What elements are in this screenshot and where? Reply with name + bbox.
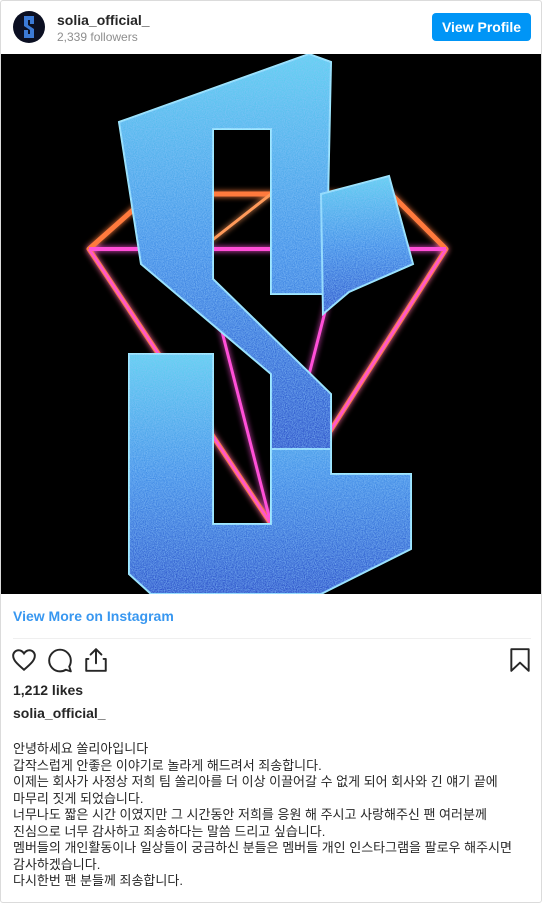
caption-line: 다시한번 팬 분들께 죄송합니다. (13, 873, 183, 888)
bookmark-icon[interactable] (507, 647, 533, 673)
caption-username[interactable]: solia_official_ (13, 705, 106, 721)
avatar[interactable] (13, 11, 45, 43)
share-icon[interactable] (83, 647, 109, 673)
solia-logo-icon (24, 16, 34, 38)
profile-username[interactable]: solia_official_ (57, 12, 150, 28)
caption-line: 안녕하세요 쏠리아입니다 (13, 741, 149, 756)
caption-text: 안녕하세요 쏠리아입니다 갑작스럽게 안좋은 이야기로 놀라게 해드려서 죄송합… (13, 741, 528, 890)
instagram-embed: solia_official_ 2,339 followers View Pro… (0, 0, 542, 903)
follower-count: 2,339 followers (57, 30, 138, 44)
caption-line: 갑작스럽게 안좋은 이야기로 놀라게 해드려서 죄송합니다. (13, 757, 322, 773)
solia-emblem-artwork (1, 54, 541, 594)
divider (13, 638, 531, 639)
post-header: solia_official_ 2,339 followers View Pro… (1, 1, 541, 54)
caption-line: 너무나도 짧은 시간 이였지만 그 시간동안 저희를 응원 해 주시고 사랑해주… (13, 807, 487, 839)
heart-icon[interactable] (11, 647, 37, 673)
post-image[interactable] (1, 54, 541, 594)
like-count[interactable]: 1,212 likes (13, 682, 83, 698)
caption-line: 이제는 회사가 사정상 저희 팀 쏠리아를 더 이상 이끌어갈 수 없게 되어 … (13, 774, 498, 806)
caption-line: 멤버들의 개인활동이나 일상들이 궁금하신 분들은 멤버들 개인 인스타그램을 … (13, 840, 512, 872)
comment-icon[interactable] (47, 647, 73, 673)
action-bar (1, 645, 541, 675)
view-more-link[interactable]: View More on Instagram (13, 608, 174, 624)
view-profile-button[interactable]: View Profile (432, 13, 531, 41)
